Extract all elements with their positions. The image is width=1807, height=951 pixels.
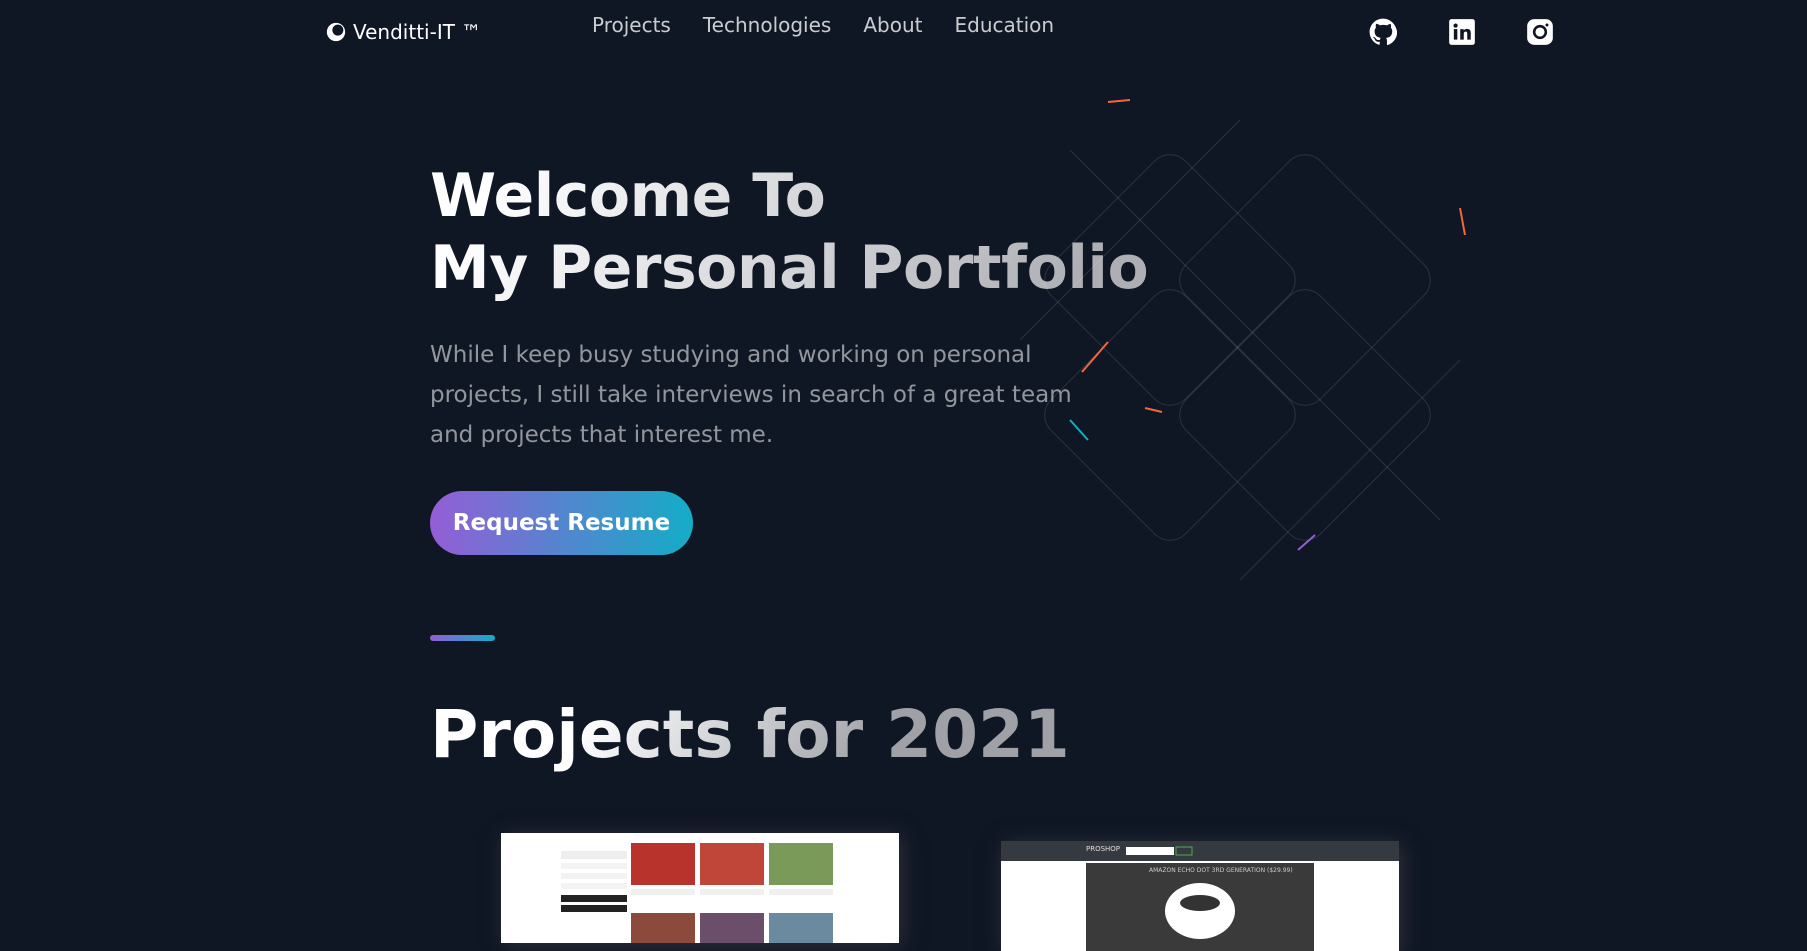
linkedin-icon[interactable] [1448, 18, 1476, 46]
hero-title-line1: Welcome To [430, 161, 826, 231]
nav-link-projects[interactable]: Projects [592, 13, 671, 37]
instagram-icon[interactable] [1526, 18, 1554, 46]
nav-link-about[interactable]: About [863, 13, 922, 37]
hero-title: Welcome To My Personal Portfolio [430, 160, 1148, 304]
logo-icon [326, 22, 346, 42]
logo-text: Venditti-IT ™ [353, 20, 482, 44]
site-logo[interactable]: Venditti-IT ™ [325, 20, 481, 44]
project-card-2-brand: PROSHOP [1086, 845, 1121, 853]
github-icon[interactable] [1369, 18, 1397, 46]
hero-title-line2: My Personal Portfolio [430, 233, 1149, 303]
project-card-1[interactable] [501, 833, 899, 943]
request-resume-button[interactable]: Request Resume [430, 491, 693, 555]
project-card-2[interactable]: PROSHOP AMAZON ECHO DOT 3RD GENERATION (… [1001, 841, 1399, 951]
nav-link-education[interactable]: Education [954, 13, 1054, 37]
projects-section-title: Projects for 2021 [430, 696, 1070, 773]
project-card-2-product-title: AMAZON ECHO DOT 3RD GENERATION ($29.99) [1149, 867, 1293, 874]
project-screenshot-1 [501, 833, 899, 943]
nav-link-technologies[interactable]: Technologies [703, 13, 831, 37]
project-screenshot-2 [1001, 841, 1399, 951]
section-divider [430, 635, 495, 641]
main-nav: Projects Technologies About Education [592, 13, 1054, 37]
hero-description: While I keep busy studying and working o… [430, 342, 1072, 448]
